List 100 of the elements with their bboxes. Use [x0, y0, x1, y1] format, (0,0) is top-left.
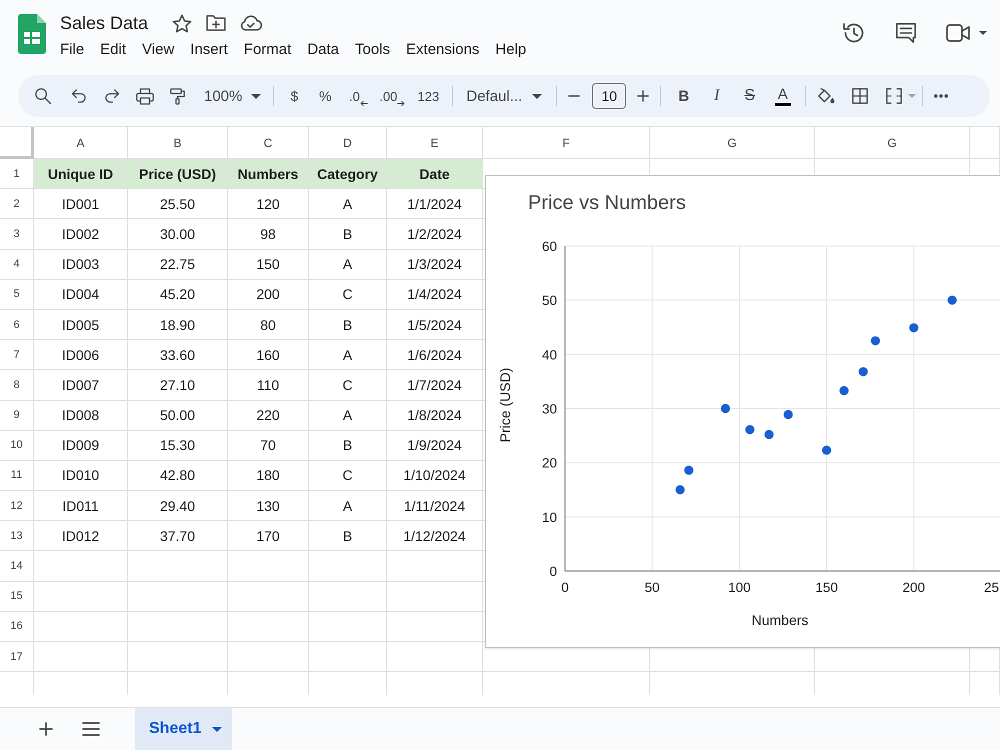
table-cell: C	[309, 370, 387, 400]
table-cell: B	[309, 521, 387, 552]
table-cell: 1/7/2024	[387, 370, 483, 400]
row-number[interactable]: 6	[0, 310, 34, 340]
table-cell: 1/10/2024	[387, 460, 483, 492]
y-tick-label: 0	[549, 564, 557, 579]
y-tick-label: 60	[542, 239, 557, 254]
decrease-decimal-button[interactable]: .0	[342, 82, 374, 110]
comment-icon[interactable]	[895, 22, 917, 44]
font-dropdown[interactable]: Defaul...	[459, 82, 550, 110]
menu-item[interactable]: Tools	[347, 38, 398, 62]
document-title[interactable]: Sales Data	[60, 11, 148, 35]
row-number[interactable]: 4	[0, 250, 34, 280]
plus-icon[interactable]	[637, 90, 650, 102]
merge-cells-icon[interactable]	[886, 88, 902, 104]
row-number[interactable]: 17	[0, 642, 34, 672]
paint-roller-icon[interactable]	[170, 88, 185, 104]
table-cell: 45.20	[128, 280, 228, 310]
row-number[interactable]: 5	[0, 280, 34, 310]
x-tick-label: 200	[902, 580, 926, 595]
menu-item[interactable]: File	[52, 38, 92, 62]
italic-button[interactable]: I	[700, 82, 734, 110]
x-tick-label: 25	[984, 580, 999, 595]
row-number[interactable]: 11	[0, 460, 34, 492]
currency-format-button[interactable]: $	[280, 82, 308, 110]
x-tick-label: 150	[815, 580, 838, 595]
y-tick-label: 40	[542, 347, 557, 362]
arrow-right-icon	[397, 100, 406, 106]
table-cell: 29.40	[128, 491, 228, 522]
menu-item[interactable]: Data	[299, 38, 347, 62]
row-number[interactable]: 16	[0, 612, 34, 642]
undo-icon[interactable]	[70, 89, 86, 103]
row-number[interactable]: 15	[0, 582, 34, 612]
table-cell: 150	[228, 250, 309, 280]
redo-icon[interactable]	[104, 89, 120, 103]
table-cell: 130	[228, 491, 309, 522]
sheet-tab[interactable]: Sheet1	[135, 708, 232, 750]
menu-icon[interactable]	[82, 722, 100, 736]
table-cell: ID007	[34, 370, 128, 400]
zoom-dropdown[interactable]: 100%	[198, 82, 268, 110]
row-number[interactable]: 3	[0, 219, 34, 250]
table-cell: 37.70	[128, 521, 228, 552]
row-number[interactable]: 12	[0, 491, 34, 522]
menu-item[interactable]: Format	[236, 38, 300, 62]
search-icon[interactable]	[34, 87, 52, 105]
strikethrough-button[interactable]: S	[733, 82, 766, 110]
row-number[interactable]: 2	[0, 189, 34, 220]
more-icon[interactable]	[934, 94, 948, 98]
data-point	[858, 367, 868, 376]
table-cell: 33.60	[128, 340, 228, 370]
increase-decimal-button[interactable]: .00	[374, 82, 410, 110]
cloud-check-icon[interactable]	[240, 15, 262, 31]
table-cell: 15.30	[128, 430, 228, 461]
menu-item[interactable]: Help	[487, 38, 534, 62]
table-cell: ID010	[34, 460, 128, 492]
menu-item[interactable]: Edit	[92, 38, 134, 62]
row-number[interactable]: 7	[0, 340, 34, 370]
caret-icon[interactable]	[979, 31, 987, 35]
menu-item[interactable]: View	[134, 38, 182, 62]
table-cell: 200	[228, 280, 309, 310]
menu-item[interactable]: Extensions	[398, 38, 488, 62]
table-cell: ID003	[34, 250, 128, 280]
history-icon[interactable]	[842, 21, 866, 45]
header-cell: Category	[309, 159, 387, 190]
borders-icon[interactable]	[852, 88, 868, 104]
text-color-button[interactable]: A	[766, 82, 800, 110]
table-cell: A	[309, 491, 387, 522]
column-letter[interactable]: G	[815, 127, 970, 159]
star-icon[interactable]	[172, 14, 192, 32]
spreadsheet-logo-icon[interactable]	[18, 14, 46, 54]
table-cell: 1/3/2024	[387, 250, 483, 280]
table-cell: C	[309, 280, 387, 310]
font-size-field[interactable]: 10	[592, 83, 626, 109]
row-number[interactable]: 10	[0, 430, 34, 461]
column-letter[interactable]: G	[650, 127, 815, 159]
row-number[interactable]: 14	[0, 551, 34, 582]
table-cell: A	[309, 340, 387, 370]
x-axis-title: Numbers	[752, 612, 808, 628]
number-format-button[interactable]: 123	[410, 82, 446, 110]
add-sheet-icon[interactable]	[39, 722, 53, 736]
table-cell: ID008	[34, 400, 128, 431]
row-number[interactable]: 9	[0, 400, 34, 431]
bold-button[interactable]: B	[667, 82, 700, 110]
row-number[interactable]: 8	[0, 370, 34, 400]
table-cell: B	[309, 310, 387, 340]
table-cell: 1/11/2024	[387, 491, 483, 522]
table-cell: ID005	[34, 310, 128, 340]
paint-bucket-icon[interactable]	[817, 88, 836, 104]
printer-icon[interactable]	[136, 88, 154, 104]
column-letter[interactable]: F	[483, 127, 650, 159]
menu-item[interactable]: Insert	[182, 38, 236, 62]
percent-format-button[interactable]: %	[308, 82, 342, 110]
table-cell: 1/6/2024	[387, 340, 483, 370]
minus-icon[interactable]	[568, 95, 580, 97]
folder-plus-icon[interactable]	[206, 15, 226, 31]
data-point	[948, 296, 957, 305]
table-cell: 1/8/2024	[387, 400, 483, 431]
row-number[interactable]: 13	[0, 521, 34, 552]
video-camera-icon[interactable]	[946, 24, 970, 42]
table-cell: 1/1/2024	[387, 189, 483, 220]
